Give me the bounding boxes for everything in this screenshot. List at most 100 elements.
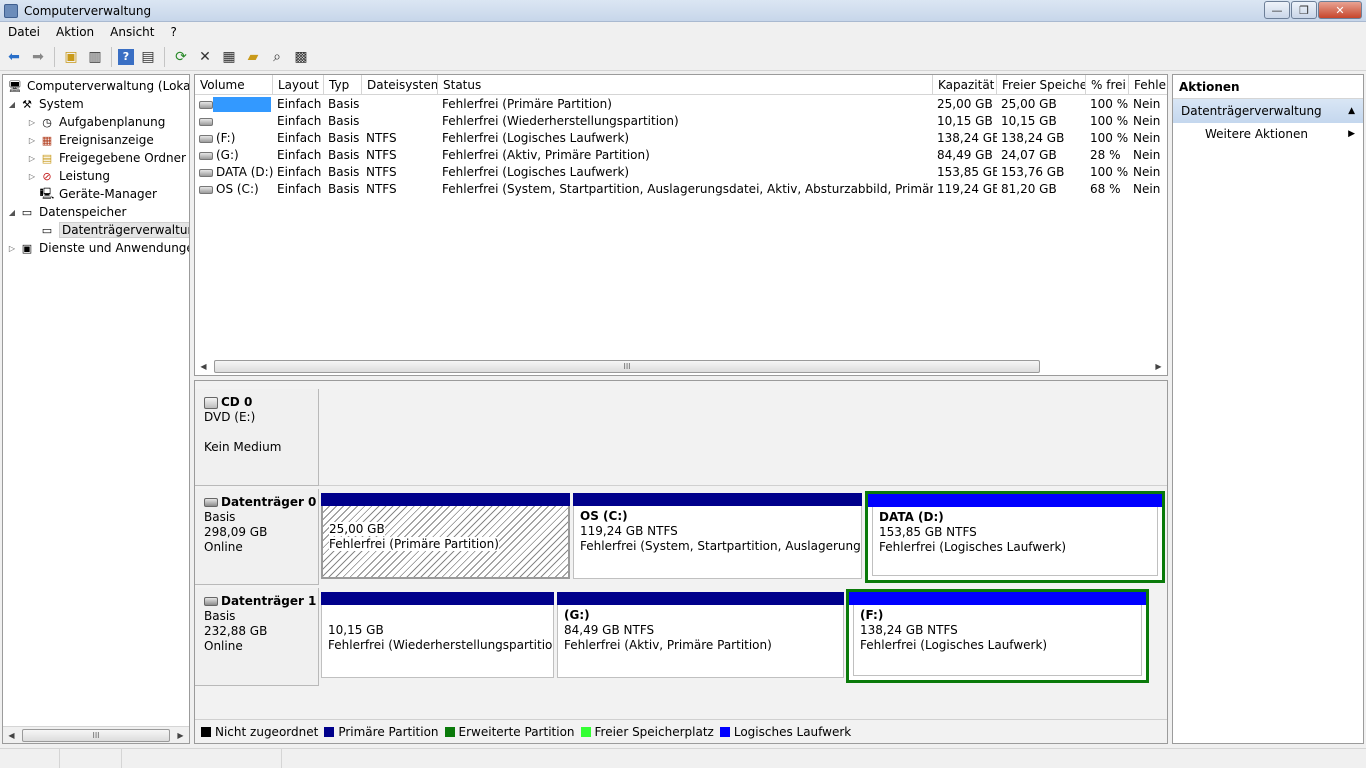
menu-help[interactable]: ? [162,22,184,43]
partition-disk1-g[interactable]: (G:) 84,49 GB NTFS Fehlerfrei (Aktiv, Pr… [557,592,844,678]
partition-disk1-recovery[interactable]: 10,15 GB Fehlerfrei (Wiederherstellungsp… [321,592,554,678]
tree-item-shared-folders[interactable]: ▷ ▤ Freigegebene Ordner [27,149,186,167]
partition-disk0-os[interactable]: OS (C:) 119,24 GB NTFS Fehlerfrei (Syste… [573,493,862,579]
window-title: Computerverwaltung [24,3,152,18]
partition-name: OS (C:) [580,509,628,523]
cell-volume: (G:) [195,147,273,164]
disk-info-cd0[interactable]: CD 0 DVD (E:) Kein Medium [195,389,319,486]
tree-item-performance[interactable]: ▷ ⊘ Leistung [27,167,110,185]
column-header-typ[interactable]: Typ [324,75,362,95]
volume-list-horizontal-scrollbar[interactable]: ◀ III ▶ [195,358,1167,375]
partition-bar [868,494,1162,507]
table-row[interactable]: OS (C:) Einfach Basis NTFS Fehlerfrei (Syste… [195,181,1167,198]
tree-item-storage[interactable]: ◢ ▭ Datenspeicher [7,203,126,221]
export-icon[interactable]: ▩ [291,47,311,67]
cell-err: Nein [1133,114,1161,128]
search-icon[interactable]: ⌕ [267,47,287,67]
partition-bar [321,493,570,506]
cell-pct: 100 % [1090,165,1129,179]
scroll-track[interactable]: III [212,359,1150,374]
action-pane-icon[interactable]: ▤ [138,47,158,67]
tree-item-services-applications[interactable]: ▷ ▣ Dienste und Anwendungen [7,239,189,257]
back-icon[interactable]: ⬅ [4,47,24,67]
scroll-thumb[interactable]: III [22,728,170,742]
tree-item-system[interactable]: ◢ ⚒ System [7,95,84,113]
tree-item-label: System [39,97,84,111]
cell-pct: 100 % [1090,114,1129,128]
tree-horizontal-scrollbar[interactable]: ◀ III ▶ [3,726,189,743]
column-header-filesystem[interactable]: Dateisystem [362,75,438,95]
partition-size: 153,85 GB NTFS [879,525,977,539]
status-segment [60,749,122,768]
expand-icon[interactable]: ▷ [27,172,37,181]
tree-item-disk-management[interactable]: ▭ Datenträgerverwaltung [37,221,189,239]
toolbar-separator [111,46,112,67]
close-button[interactable]: ✕ [1318,1,1362,19]
legend-label: Freier Speicherplatz [594,724,714,739]
column-header-percent-free[interactable]: % frei [1086,75,1129,95]
collapse-icon[interactable]: ◢ [7,208,17,217]
menu-aktion[interactable]: Aktion [48,22,102,43]
partition-disk1-f[interactable]: (F:) 138,24 GB NTFS Fehlerfrei (Logische… [846,589,1149,683]
partition-body: (F:) 138,24 GB NTFS Fehlerfrei (Logische… [853,605,1142,676]
expand-icon[interactable]: ▷ [7,244,17,253]
cell-fs [362,113,438,130]
forward-icon[interactable]: ➡ [28,47,48,67]
column-header-layout[interactable]: Layout [273,75,324,95]
minimize-button[interactable]: — [1264,1,1290,19]
tree-item-device-manager[interactable]: 🖳 Geräte-Manager [37,185,157,203]
tree-item-label: Datenträgerverwaltung [59,222,189,238]
legend-swatch [444,726,455,737]
column-header-capacity[interactable]: Kapazität [933,75,997,95]
console-tree-icon[interactable]: ▥ [85,47,105,67]
partition-disk0-recovery[interactable]: 25,00 GB Fehlerfrei (Primäre Partition) [321,493,570,579]
cell-fs: NTFS [366,148,397,162]
partition-status: Fehlerfrei (System, Startpartition, Ausl… [580,539,861,553]
scroll-left-icon[interactable]: ◀ [195,362,212,371]
help-icon[interactable]: ? [118,48,134,65]
column-header-volume[interactable]: Volume [195,75,273,95]
actions-section-disk-management[interactable]: Datenträgerverwaltung ▲ [1173,99,1363,123]
folder-up-icon[interactable]: ▣ [61,47,81,67]
column-header-error[interactable]: Fehler [1129,75,1167,95]
table-row[interactable]: DATA (D:) Einfach Basis NTFS Fehlerfrei (Log… [195,164,1167,181]
column-header-free-space[interactable]: Freier Speicher [997,75,1086,95]
action-more-actions[interactable]: Weitere Aktionen ▶ [1173,123,1363,145]
legend-label: Logisches Laufwerk [733,724,852,739]
cell-layout: Einfach [277,182,322,196]
table-row[interactable]: (F:) Einfach Basis NTFS Fehlerfrei (Logische… [195,130,1167,147]
expand-icon[interactable]: ▷ [27,118,37,127]
open-icon[interactable]: ▰ [243,47,263,67]
disk-info-disk0[interactable]: Datenträger 0 Basis 298,09 GB Online [195,489,319,585]
menu-datei[interactable]: Datei [0,22,48,43]
menu-ansicht[interactable]: Ansicht [102,22,162,43]
table-row[interactable]: Einfach Basis Fehlerfrei (Wiederherstellun… [195,113,1167,130]
disk-name-text: CD 0 [221,395,253,409]
table-row[interactable]: Einfach Basis Fehlerfrei (Primäre Partitio… [195,96,1167,113]
partition-bar [849,592,1146,605]
properties-icon[interactable]: ▦ [219,47,239,67]
expand-icon[interactable]: ▷ [27,154,37,163]
actions-section-label: Datenträgerverwaltung [1181,104,1322,118]
table-row[interactable]: (G:) Einfach Basis NTFS Fehlerfrei (Aktiv, P… [195,147,1167,164]
maximize-button[interactable]: ❐ [1291,1,1317,19]
volume-name: (G:) [216,148,239,162]
performance-icon: ⊘ [42,169,52,183]
collapse-icon[interactable]: ◢ [7,100,17,109]
scroll-thumb[interactable]: III [214,360,1040,373]
tree-item-task-scheduler[interactable]: ▷ ◷ Aufgabenplanung [27,113,165,131]
disk-info-disk1[interactable]: Datenträger 1 Basis 232,88 GB Online [195,588,319,686]
expand-icon[interactable]: ▷ [27,136,37,145]
cell-volume [195,96,273,113]
scroll-right-icon[interactable]: ▶ [172,731,189,740]
refresh-icon[interactable]: ⟳ [171,47,191,67]
partition-disk0-data[interactable]: DATA (D:) 153,85 GB NTFS Fehlerfrei (Log… [865,491,1165,583]
column-header-status[interactable]: Status [438,75,933,95]
scroll-right-icon[interactable]: ▶ [1150,362,1167,371]
tree-item-computer-management[interactable]: 🖥 Computerverwaltung (Lokal) [5,77,189,95]
collapse-up-icon[interactable]: ▲ [1348,99,1355,123]
scroll-left-icon[interactable]: ◀ [3,731,20,740]
cell-cap: 138,24 GB [937,131,997,145]
tree-item-event-viewer[interactable]: ▷ ▦ Ereignisanzeige [27,131,154,149]
delete-icon[interactable]: ✕ [195,47,215,67]
